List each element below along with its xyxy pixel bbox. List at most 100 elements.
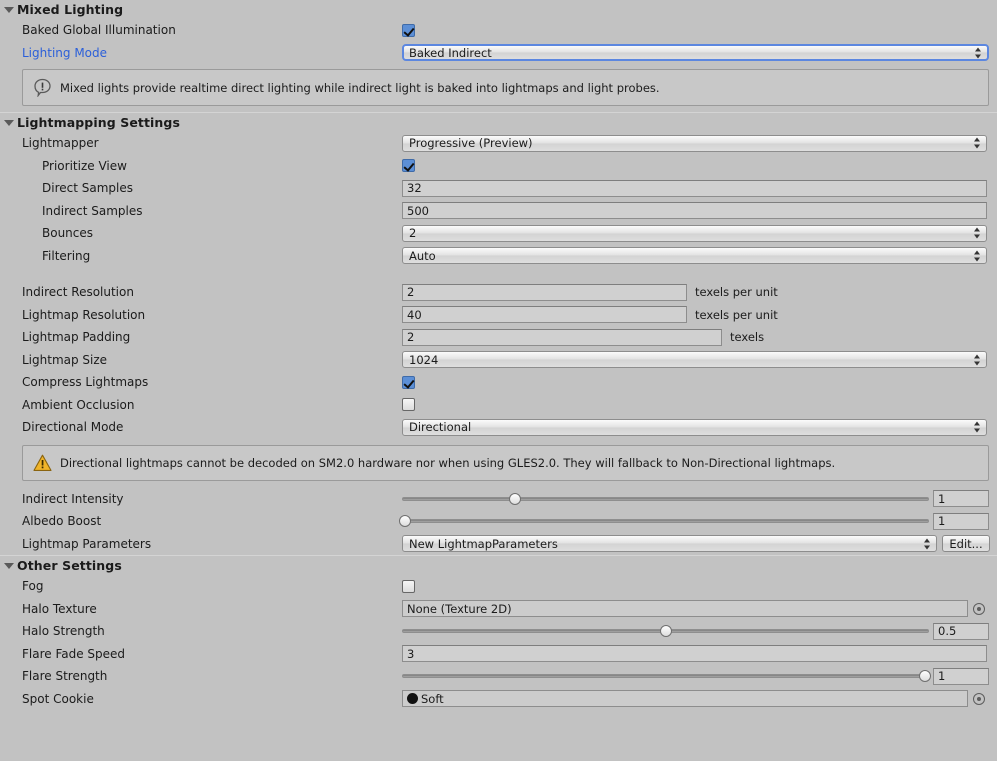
row-lightmap-size: Lightmap Size 1024 xyxy=(0,349,997,372)
label-lightmap-size: Lightmap Size xyxy=(22,352,108,367)
input-indirect-samples[interactable]: 500 xyxy=(402,202,987,220)
field-lightmap-resolution: 40 texels per unit xyxy=(402,306,997,324)
input-flare-strength-value[interactable]: 1 xyxy=(933,667,989,685)
row-filtering: Filtering Auto xyxy=(0,245,997,268)
label-halo-texture: Halo Texture xyxy=(22,601,97,616)
row-flare-fade-speed: Flare Fade Speed 3 xyxy=(0,643,997,666)
slider-knob[interactable] xyxy=(659,625,672,638)
dropdown-bounces-value: 2 xyxy=(409,226,417,241)
dropdown-lighting-mode[interactable]: Baked Indirect xyxy=(402,44,989,62)
section-mixed-lighting: Mixed Lighting Baked Global Illumination… xyxy=(0,0,997,112)
input-direct-samples-value: 32 xyxy=(407,181,422,196)
slider-knob[interactable] xyxy=(918,670,931,683)
field-albedo-boost: 1 xyxy=(399,512,997,530)
slider-knob[interactable] xyxy=(509,492,522,505)
input-halo-strength-value[interactable]: 0.5 xyxy=(933,622,989,640)
input-albedo-boost-value[interactable]: 1 xyxy=(933,512,989,530)
input-flare-fade-speed[interactable]: 3 xyxy=(402,645,987,663)
section-other-settings: Other Settings Fog Halo Texture None (Te… xyxy=(0,555,997,710)
row-halo-texture: Halo Texture None (Texture 2D) xyxy=(0,598,997,621)
dropdown-filtering[interactable]: Auto xyxy=(402,247,987,265)
dropdown-directional-mode-value: Directional xyxy=(409,420,472,435)
suffix-indirect-resolution: texels per unit xyxy=(695,285,778,300)
label-flare-strength: Flare Strength xyxy=(22,669,108,684)
chevron-updown-icon xyxy=(974,250,981,262)
row-indirect-samples: Indirect Samples 500 xyxy=(0,200,997,223)
object-picker-icon[interactable] xyxy=(973,602,985,615)
dropdown-lighting-mode-value: Baked Indirect xyxy=(409,45,492,60)
dropdown-directional-mode[interactable]: Directional xyxy=(402,418,987,436)
checkbox-fog[interactable] xyxy=(402,579,415,593)
input-indirect-resolution[interactable]: 2 xyxy=(402,283,687,301)
input-indirect-intensity-value[interactable]: 1 xyxy=(933,490,989,508)
dropdown-lightmap-parameters[interactable]: New LightmapParameters xyxy=(402,535,937,553)
dropdown-lightmap-size[interactable]: 1024 xyxy=(402,351,987,369)
field-indirect-intensity: 1 xyxy=(402,490,997,508)
field-lightmap-padding: 2 texels xyxy=(402,328,997,346)
foldout-triangle-icon[interactable] xyxy=(4,119,14,126)
dropdown-bounces[interactable]: 2 xyxy=(402,224,987,242)
section-header-lightmapping-settings[interactable]: Lightmapping Settings xyxy=(0,113,997,132)
label-flare-fade-speed: Flare Fade Speed xyxy=(22,646,126,661)
input-direct-samples[interactable]: 32 xyxy=(402,179,987,197)
field-direct-samples: 32 xyxy=(402,179,997,197)
object-picker-icon[interactable] xyxy=(973,692,985,705)
label-compress-lightmaps: Compress Lightmaps xyxy=(22,375,149,390)
slider-flare-strength[interactable] xyxy=(402,668,931,685)
field-lightmap-size: 1024 xyxy=(402,351,997,369)
section-header-other-settings[interactable]: Other Settings xyxy=(0,556,997,575)
foldout-triangle-icon[interactable] xyxy=(4,562,14,569)
input-lightmap-resolution-value: 40 xyxy=(407,307,422,322)
slider-albedo-boost[interactable] xyxy=(399,513,929,530)
helpbox-text-directional-warning: Directional lightmaps cannot be decoded … xyxy=(60,455,836,470)
suffix-lightmap-resolution: texels per unit xyxy=(695,307,778,322)
field-bounces: 2 xyxy=(402,224,997,242)
dropdown-lightmap-size-value: 1024 xyxy=(409,352,439,367)
slider-track xyxy=(402,496,929,501)
objectfield-halo-texture[interactable]: None (Texture 2D) xyxy=(402,600,968,618)
chevron-updown-icon xyxy=(974,354,981,366)
albedo-boost-value-text: 1 xyxy=(938,514,946,529)
texture-preview-swatch-icon xyxy=(407,693,418,705)
dropdown-lightmapper[interactable]: Progressive (Preview) xyxy=(402,134,987,152)
section-header-mixed-lighting[interactable]: Mixed Lighting xyxy=(0,0,997,19)
field-baked-global-illumination xyxy=(402,23,997,37)
row-baked-global-illumination: Baked Global Illumination xyxy=(0,19,997,42)
input-indirect-resolution-value: 2 xyxy=(407,285,415,300)
checkbox-baked-global-illumination[interactable] xyxy=(402,23,415,37)
label-halo-strength: Halo Strength xyxy=(22,624,105,639)
warning-icon xyxy=(33,454,52,472)
section-title: Other Settings xyxy=(17,558,122,573)
chevron-updown-icon xyxy=(974,137,981,149)
flare-strength-value-text: 1 xyxy=(938,669,946,684)
suffix-lightmap-padding: texels xyxy=(730,330,765,345)
checkbox-compress-lightmaps[interactable] xyxy=(402,375,415,389)
objectfield-spot-cookie[interactable]: Soft xyxy=(402,690,968,708)
foldout-triangle-icon[interactable] xyxy=(4,6,14,13)
input-lightmap-resolution[interactable]: 40 xyxy=(402,306,687,324)
label-prioritize-view: Prioritize View xyxy=(42,158,127,173)
chevron-updown-icon xyxy=(974,421,981,433)
slider-track xyxy=(402,519,929,524)
checkbox-ambient-occlusion[interactable] xyxy=(402,398,415,412)
row-direct-samples: Direct Samples 32 xyxy=(0,177,997,200)
row-compress-lightmaps: Compress Lightmaps xyxy=(0,371,997,394)
checkbox-prioritize-view[interactable] xyxy=(402,159,415,173)
field-lighting-mode: Baked Indirect xyxy=(402,44,997,62)
input-lightmap-padding[interactable]: 2 xyxy=(402,328,722,346)
edit-lightmap-parameters-button[interactable]: Edit... xyxy=(942,535,990,553)
label-indirect-intensity: Indirect Intensity xyxy=(22,491,124,506)
slider-halo-strength[interactable] xyxy=(402,623,929,640)
slider-knob[interactable] xyxy=(399,515,412,528)
row-indirect-intensity: Indirect Intensity 1 xyxy=(0,488,997,511)
field-lightmapper: Progressive (Preview) xyxy=(402,134,997,152)
field-indirect-samples: 500 xyxy=(402,202,997,220)
label-indirect-samples: Indirect Samples xyxy=(42,203,143,218)
slider-indirect-intensity[interactable] xyxy=(402,490,929,507)
helpbox-text-mixed-lighting: Mixed lights provide realtime direct lig… xyxy=(60,80,660,95)
chevron-updown-icon xyxy=(974,227,981,239)
row-spot-cookie: Spot Cookie Soft xyxy=(0,688,997,711)
row-halo-strength: Halo Strength 0.5 xyxy=(0,620,997,643)
field-spot-cookie: Soft xyxy=(402,690,997,708)
label-filtering: Filtering xyxy=(42,248,91,263)
